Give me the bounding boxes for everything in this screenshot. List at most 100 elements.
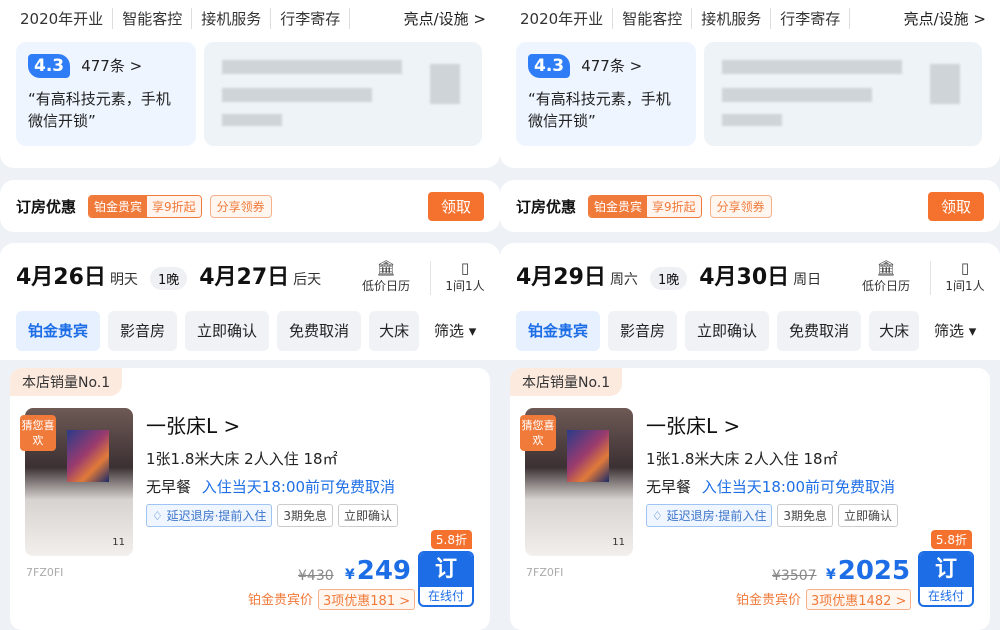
currency-symbol: ¥ [345, 567, 355, 583]
room-card[interactable]: 本店销量No.1 11 猜您喜欢 7FZ0FI 一张床L > 1张1.8米大床 … [510, 368, 990, 630]
nights-badge: 1晚 [649, 267, 688, 290]
member-chip-discount: 享9折起 [647, 195, 701, 217]
member-chip-level: 铂金贵宾 [89, 195, 148, 217]
date-filter-section: 4月26日 明天 1晚 4月27日 后天 🏛︎ 低价日历 ▯ 1间1人 铂金贵宾… [0, 243, 500, 360]
review-score: 4.3 [528, 54, 571, 78]
checkout-day: 周日 [793, 272, 822, 288]
blurred-info [704, 42, 982, 146]
room-artwork [67, 430, 109, 482]
room-info: 1张1.8米大床 2人入住 18㎡ [146, 450, 338, 468]
price-notes[interactable]: 铂金贵宾价 3项优惠1482 > [736, 589, 912, 610]
pay-online-label: 在线付 [927, 589, 964, 603]
date-selector[interactable]: 4月29日 周六 1晚 4月30日 周日 [516, 259, 821, 291]
door-icon: ▯ [960, 259, 970, 277]
checkin-date: 4月26日 [16, 265, 106, 290]
filter-chip[interactable]: 免费取消 [277, 311, 362, 351]
filter-button[interactable]: 筛选 ▾ [420, 311, 500, 351]
room-title[interactable]: 一张床L > [146, 410, 240, 439]
discount-badge: 5.8折 [430, 530, 472, 549]
rooms-label: 1间1人 [445, 279, 485, 293]
pay-online-label: 在线付 [427, 589, 464, 603]
filter-chip[interactable]: 影音房 [108, 311, 178, 351]
share-coupon-chip: 分享领券 [709, 194, 772, 218]
member-chip: 铂金贵宾 享9折起 [88, 194, 202, 218]
filter-chip[interactable]: 铂金贵宾 [16, 311, 101, 351]
filter-chip[interactable]: 大床 [369, 311, 420, 351]
price-calendar-button[interactable]: 🏛︎ 低价日历 [856, 259, 916, 294]
room-artwork [567, 430, 609, 482]
calendar-label: 低价日历 [861, 279, 910, 293]
checkout-date: 4月30日 [699, 265, 790, 290]
rooms-guests-button[interactable]: ▯ 1间1人 [440, 259, 490, 294]
booking-offer-bar: 订房优惠 铂金贵宾 享9折起 分享领券 领取 [500, 180, 1000, 232]
checkout-day: 后天 [293, 272, 322, 288]
claim-button[interactable]: 领取 [427, 191, 484, 221]
current-price: ¥249 [345, 556, 411, 586]
facility-tag: 接机服务 [192, 8, 272, 29]
rooms-label: 1间1人 [945, 279, 985, 293]
filter-button[interactable]: 筛选 ▾ [920, 311, 1000, 351]
diamond-icon: ♢ [652, 509, 667, 523]
room-policy: 无早餐 入住当天18:00前可免费取消 [646, 476, 895, 497]
filter-chip[interactable]: 铂金贵宾 [516, 311, 601, 351]
share-coupon-chip: 分享领券 [209, 194, 272, 218]
currency-symbol: ¥ [826, 567, 836, 583]
date-filter-section: 4月29日 周六 1晚 4月30日 周日 🏛︎ 低价日历 ▯ 1间1人 铂金贵宾… [500, 243, 1000, 360]
facility-tag: 2020年开业 [516, 8, 614, 29]
photo-count: 11 [612, 537, 625, 548]
review-card[interactable]: 4.3 477条 > “有高科技元素，手机微信开锁” [516, 42, 696, 146]
door-icon: ▯ [460, 259, 470, 277]
offer-label: 订房优惠 [516, 197, 577, 216]
cancel-policy: 入住当天18:00前可免费取消 [201, 478, 396, 496]
filter-chip[interactable]: 立即确认 [685, 311, 770, 351]
filter-chips: 铂金贵宾 影音房 立即确认 免费取消 大床 [516, 311, 920, 351]
facility-tags[interactable]: 2020年开业 智能客控 接机服务 行李寄存 亮点/设施 > [16, 8, 486, 29]
price-notes[interactable]: 铂金贵宾价 3项优惠181 > [248, 589, 416, 610]
calendar-bank-icon: 🏛︎ [376, 259, 396, 277]
price-calendar-button[interactable]: 🏛︎ 低价日历 [356, 259, 416, 294]
photo-count: 11 [112, 537, 125, 548]
discount-badge: 5.8折 [930, 530, 972, 549]
facility-tag: 智能客控 [113, 8, 193, 29]
room-tag: ♢ 延迟退房·提前入住 [646, 504, 773, 527]
nights-badge: 1晚 [149, 267, 188, 290]
room-tag: 立即确认 [338, 504, 399, 527]
room-title[interactable]: 一张床L > [646, 410, 740, 439]
discount-detail: 3项优惠181 > [318, 589, 416, 610]
date-selector[interactable]: 4月26日 明天 1晚 4月27日 后天 [16, 259, 321, 291]
member-chip-level: 铂金贵宾 [589, 195, 648, 217]
book-button[interactable]: 订 在线付 [418, 551, 474, 607]
room-code: 7FZ0FI [26, 566, 64, 579]
facility-tags[interactable]: 2020年开业 智能客控 接机服务 行李寄存 亮点/设施 > [516, 8, 986, 29]
filter-chip[interactable]: 免费取消 [777, 311, 862, 351]
divider [430, 261, 431, 295]
claim-button[interactable]: 领取 [927, 191, 984, 221]
room-tag: 3期免息 [277, 504, 334, 527]
room-card[interactable]: 本店销量No.1 11 猜您喜欢 7FZ0FI 一张床L > 1张1.8米大床 … [10, 368, 490, 630]
room-tags: ♢ 延迟退房·提前入住 3期免息 立即确认 [646, 504, 899, 527]
original-price: ¥3507 [772, 568, 817, 584]
filter-chip[interactable]: 立即确认 [185, 311, 270, 351]
checkout-date: 4月27日 [199, 265, 290, 290]
review-card[interactable]: 4.3 477条 > “有高科技元素，手机微信开锁” [16, 42, 196, 146]
review-score: 4.3 [28, 54, 71, 78]
review-quote: “有高科技元素，手机微信开锁” [28, 90, 171, 130]
divider [930, 261, 931, 295]
facility-tag: 2020年开业 [16, 8, 114, 29]
hotel-summary: 2020年开业 智能客控 接机服务 行李寄存 亮点/设施 > 4.3 477条 … [500, 0, 1000, 168]
facility-tag: 接机服务 [692, 8, 772, 29]
book-label: 订 [920, 553, 972, 587]
rooms-guests-button[interactable]: ▯ 1间1人 [940, 259, 990, 294]
facilities-link[interactable]: 亮点/设施 > [904, 8, 986, 29]
facility-tag: 行李寄存 [271, 8, 351, 29]
discount-detail: 3项优惠1482 > [806, 589, 912, 610]
filter-chip[interactable]: 大床 [869, 311, 920, 351]
member-chip-discount: 享9折起 [147, 195, 201, 217]
filter-chip[interactable]: 影音房 [608, 311, 678, 351]
room-code: 7FZ0FI [526, 566, 564, 579]
price-value: 2025 [837, 556, 911, 586]
guess-badge: 猜您喜欢 [520, 415, 556, 451]
book-button[interactable]: 订 在线付 [918, 551, 974, 607]
book-label: 订 [420, 553, 472, 587]
facilities-link[interactable]: 亮点/设施 > [404, 8, 486, 29]
